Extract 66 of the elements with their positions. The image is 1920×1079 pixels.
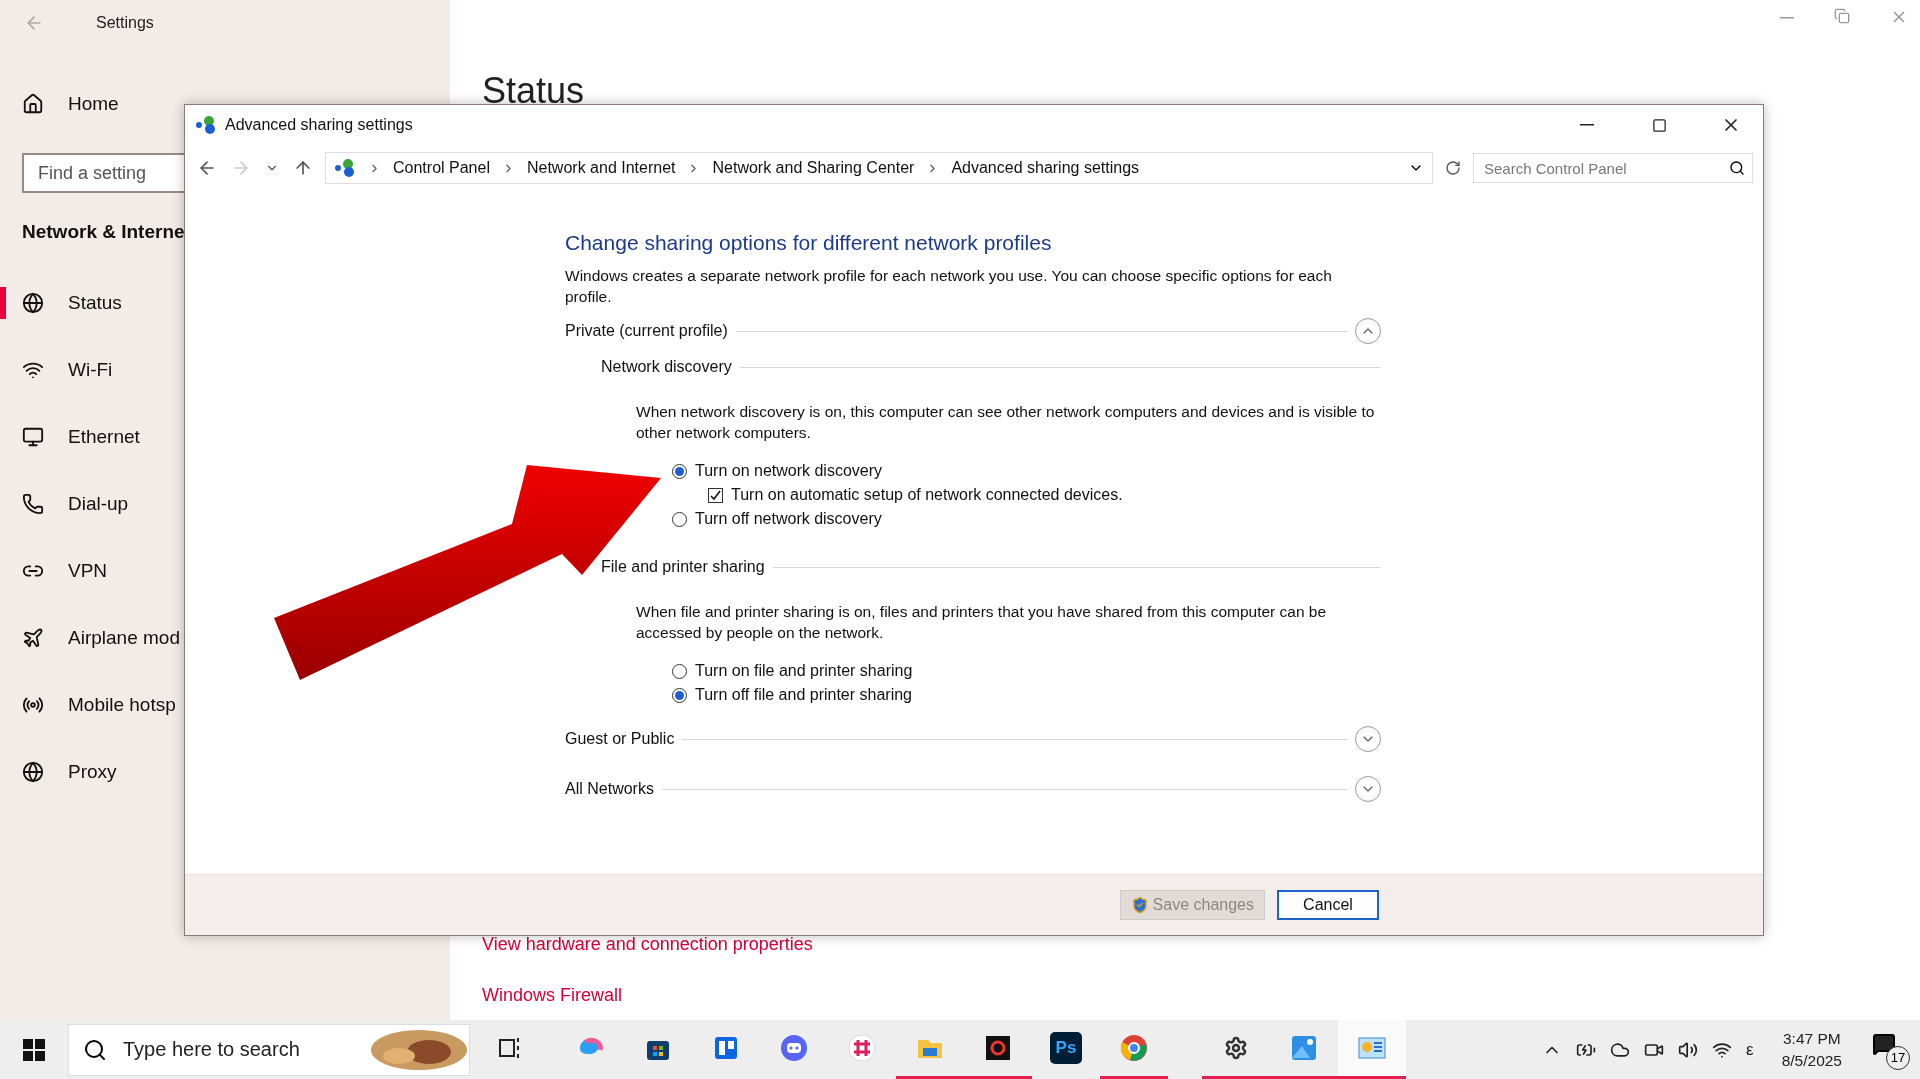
- hash-icon: [846, 1032, 878, 1064]
- network-icon: [195, 115, 217, 135]
- restore-icon[interactable]: [1834, 8, 1850, 24]
- address-bar[interactable]: Control Panel Network and Internet Network and Sharing Center Advanced sharing settings: [325, 152, 1433, 184]
- maximize-icon: [1651, 117, 1667, 133]
- search-box[interactable]: Type here to search: [68, 1023, 470, 1076]
- nav-item[interactable]: VPN: [0, 537, 114, 604]
- breadcrumb[interactable]: Control Panel: [393, 159, 490, 177]
- breadcrumb[interactable]: Network and Sharing Center: [712, 159, 915, 177]
- radio-option[interactable]: Turn on file and printer sharing: [672, 659, 913, 683]
- radio-option[interactable]: Turn on network discovery: [672, 459, 883, 483]
- expand-button[interactable]: [1355, 318, 1381, 344]
- link[interactable]: View hardware and connection properties: [482, 934, 813, 954]
- expand-button[interactable]: [1355, 726, 1381, 752]
- section-title: Network & Interne: [22, 221, 186, 243]
- home-icon: [22, 92, 44, 115]
- nav-item[interactable]: Proxy: [0, 738, 123, 805]
- radio-option[interactable]: Turn off file and printer sharing: [672, 683, 912, 707]
- refresh-button[interactable]: [1443, 158, 1463, 178]
- link[interactable]: Windows Firewall: [482, 985, 623, 1005]
- refresh-icon: [1445, 160, 1461, 176]
- nav-item[interactable]: Mobile hotsp: [0, 671, 182, 738]
- dialog-button[interactable]: Cancel: [1277, 890, 1379, 920]
- nav-item[interactable]: Home: [0, 70, 125, 137]
- language-indicator[interactable]: ε: [1746, 1039, 1754, 1060]
- window-title: Settings: [96, 14, 154, 32]
- profile-title: All Networks: [565, 780, 654, 798]
- profile-title: Guest or Public: [565, 730, 675, 748]
- minimize-icon: [1580, 124, 1594, 126]
- group-title: File and printer sharing: [601, 558, 765, 576]
- network-icon: [334, 158, 356, 178]
- nav-item[interactable]: Status: [0, 269, 128, 336]
- phone-icon: [22, 492, 44, 515]
- nav-item[interactable]: Airplane mod: [0, 604, 186, 671]
- dialog-title: Advanced sharing settings: [225, 116, 414, 134]
- taskbar-app[interactable]: Ps: [1032, 1020, 1100, 1079]
- speaker-icon[interactable]: [1678, 1039, 1699, 1060]
- profile-title: Private (current profile): [565, 322, 728, 340]
- airplane-icon: [22, 626, 44, 649]
- chat-bubble-icon: [778, 1032, 810, 1064]
- globe-icon: [22, 760, 44, 783]
- page-heading: Status: [482, 70, 586, 112]
- breadcrumb[interactable]: Advanced sharing settings: [951, 159, 1140, 177]
- group-title: Network discovery: [601, 358, 732, 376]
- nav-item[interactable]: Ethernet: [0, 403, 146, 470]
- monitor-icon: [22, 425, 44, 448]
- description-text: When file and printer sharing is on, files and printers that you have shared from this computer can be accessed by people on the network.: [636, 602, 1328, 643]
- description-text: When network discovery is on, this computer can see other network computers and devices and is visible to other network computers.: [636, 402, 1376, 443]
- clock[interactable]: 3:47 PM 8/5/2025: [1781, 1027, 1842, 1072]
- radio-option[interactable]: Turn off network discovery: [672, 507, 882, 531]
- globe-icon: [22, 291, 44, 314]
- checkmark-icon: [710, 489, 721, 501]
- notification-button[interactable]: 17: [1870, 1029, 1910, 1070]
- search-icon: [1729, 160, 1745, 176]
- windows-icon: [23, 1038, 45, 1061]
- expand-button[interactable]: [1355, 776, 1381, 802]
- breadcrumb[interactable]: Network and Internet: [526, 159, 676, 177]
- search-field[interactable]: Search Control Panel: [1473, 153, 1753, 183]
- search-icon: [83, 1037, 107, 1062]
- nav-item[interactable]: Dial-up: [0, 470, 135, 537]
- browser-icon: [1118, 1032, 1150, 1064]
- checkbox-option[interactable]: Turn on automatic setup of network connected devices.: [708, 483, 1123, 507]
- section-heading: Change sharing options for different network profiles: [565, 231, 1053, 255]
- nav-item[interactable]: Wi-Fi: [0, 336, 119, 403]
- shield-icon: [1130, 896, 1149, 914]
- intro-text: Windows creates a separate network profile for each network you use. You can choose specific options for each profile.: [565, 266, 1333, 307]
